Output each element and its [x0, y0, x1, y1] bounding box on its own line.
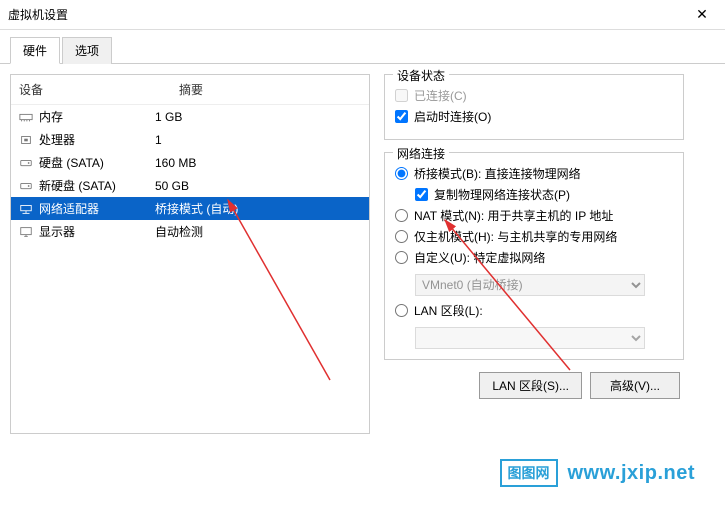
custom-radio[interactable]: 自定义(U): 特定虚拟网络 [395, 249, 673, 266]
device-summary: 自动检测 [155, 223, 363, 240]
device-summary: 160 MB [155, 156, 363, 170]
content: 设备 摘要 内存 1 GB 处理器 1 硬盘 (SATA) 160 MB 新硬盘 (SATA… [0, 64, 725, 444]
device-summary: 1 [155, 133, 363, 147]
network-legend: 网络连接 [393, 145, 449, 162]
bridge-input[interactable] [395, 167, 408, 180]
device-row[interactable]: 显示器 自动检测 [11, 220, 369, 243]
right-panel: 设备状态 已连接(C) 启动时连接(O) 网络连接 桥接模式(B): 直接连接物… [384, 74, 684, 434]
disk-icon [17, 156, 35, 170]
watermark-url: www.jxip.net [568, 462, 696, 485]
bridge-radio[interactable]: 桥接模式(B): 直接连接物理网络 [395, 165, 673, 182]
device-row[interactable]: 硬盘 (SATA) 160 MB [11, 151, 369, 174]
device-list: 设备 摘要 内存 1 GB 处理器 1 硬盘 (SATA) 160 MB 新硬盘 (SATA… [10, 74, 370, 434]
device-name: 网络适配器 [39, 200, 99, 217]
advanced-button[interactable]: 高级(V)... [590, 372, 680, 399]
button-row: LAN 区段(S)... 高级(V)... [384, 372, 684, 399]
tab-options[interactable]: 选项 [62, 37, 112, 64]
device-name: 内存 [39, 108, 63, 125]
device-status-group: 设备状态 已连接(C) 启动时连接(O) [384, 74, 684, 140]
device-row[interactable]: 处理器 1 [11, 128, 369, 151]
connected-checkbox: 已连接(C) [395, 87, 673, 104]
replicate-checkbox[interactable]: 复制物理网络连接状态(P) [415, 186, 673, 203]
device-summary: 50 GB [155, 179, 363, 193]
header-device: 设备 [19, 81, 179, 98]
nat-input[interactable] [395, 209, 408, 222]
titlebar: 虚拟机设置 ✕ [0, 0, 725, 30]
hostonly-input[interactable] [395, 230, 408, 243]
network-connection-group: 网络连接 桥接模式(B): 直接连接物理网络 复制物理网络连接状态(P) NAT… [384, 152, 684, 360]
watermark: 图图网 www.jxip.net [500, 459, 696, 487]
tab-hardware[interactable]: 硬件 [10, 37, 60, 64]
hostonly-radio[interactable]: 仅主机模式(H): 与主机共享的专用网络 [395, 228, 673, 245]
device-row[interactable]: 内存 1 GB [11, 105, 369, 128]
network-icon [17, 202, 35, 216]
lan-segments-button[interactable]: LAN 区段(S)... [479, 372, 582, 399]
left-panel: 设备 摘要 内存 1 GB 处理器 1 硬盘 (SATA) 160 MB 新硬盘 (SATA… [10, 74, 370, 434]
device-summary: 桥接模式 (自动) [155, 200, 363, 217]
device-list-header: 设备 摘要 [11, 75, 369, 105]
lan-segment-input[interactable] [395, 304, 408, 317]
vmnet-select: VMnet0 (自动桥接) [415, 274, 645, 296]
replicate-input[interactable] [415, 188, 428, 201]
disk-icon [17, 179, 35, 193]
display-icon [17, 225, 35, 239]
status-legend: 设备状态 [393, 67, 449, 84]
connected-input [395, 89, 408, 102]
connect-on-power-input[interactable] [395, 110, 408, 123]
header-summary: 摘要 [179, 81, 203, 98]
memory-icon [17, 110, 35, 124]
close-icon[interactable]: ✕ [687, 6, 717, 23]
device-row[interactable]: 网络适配器 桥接模式 (自动) [11, 197, 369, 220]
device-name: 显示器 [39, 223, 75, 240]
tabs: 硬件 选项 [0, 30, 725, 64]
connect-on-power-checkbox[interactable]: 启动时连接(O) [395, 108, 673, 125]
lan-segment-radio[interactable]: LAN 区段(L): [395, 302, 673, 319]
cpu-icon [17, 133, 35, 147]
device-name: 处理器 [39, 131, 75, 148]
device-name: 新硬盘 (SATA) [39, 177, 116, 194]
device-summary: 1 GB [155, 110, 363, 124]
device-name: 硬盘 (SATA) [39, 154, 104, 171]
watermark-badge: 图图网 [500, 459, 558, 487]
lan-segment-select [415, 327, 645, 349]
custom-input[interactable] [395, 251, 408, 264]
window-title: 虚拟机设置 [8, 6, 687, 23]
nat-radio[interactable]: NAT 模式(N): 用于共享主机的 IP 地址 [395, 207, 673, 224]
device-row[interactable]: 新硬盘 (SATA) 50 GB [11, 174, 369, 197]
